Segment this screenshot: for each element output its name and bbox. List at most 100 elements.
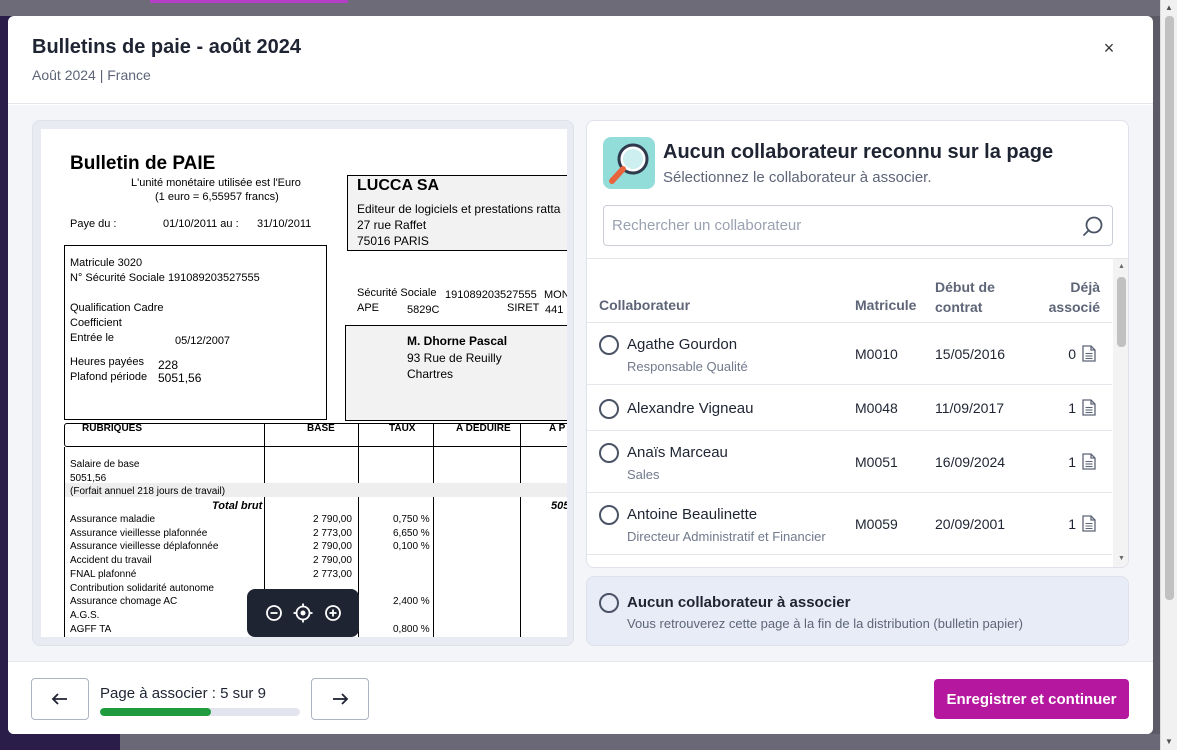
- doc-pay-from: 01/10/2011 au :: [163, 218, 239, 230]
- modal-body: Bulletin de PAIE L'unité monétaire utili…: [8, 105, 1153, 661]
- column-already-line2: associé: [1048, 299, 1100, 315]
- doc-pay-label: Paye du :: [70, 218, 117, 230]
- doc-line-label: AGFF TA: [70, 624, 112, 635]
- doc-line-base: 2 773,00: [313, 569, 352, 580]
- save-and-continue-button[interactable]: Enregistrer et continuer: [934, 679, 1129, 719]
- zoom-in-icon[interactable]: [322, 602, 344, 624]
- doc-entree-label: Entrée le: [70, 332, 115, 344]
- doc-line-base: 2 773,00: [313, 528, 352, 539]
- page-scrollbar-thumb[interactable]: [1165, 16, 1174, 600]
- zoom-toolbar: [247, 589, 359, 637]
- collaborator-radio[interactable]: [599, 443, 619, 463]
- doc-pay-to: 31/10/2011: [257, 218, 312, 230]
- collaborator-start-date: 20/09/2001: [935, 516, 1006, 532]
- collaborator-start-date: 11/09/2017: [935, 400, 1005, 416]
- collaborator-start-date: 16/09/2024: [935, 454, 1006, 470]
- modal-title: Bulletins de paie - août 2024: [32, 36, 301, 58]
- doc-plafond-value: 5051,56: [158, 371, 202, 385]
- document-preview[interactable]: Bulletin de PAIE L'unité monétaire utili…: [32, 120, 574, 646]
- background-app-content: [120, 734, 1160, 750]
- collaborator-row[interactable]: Agathe Gourdon Responsable Qualité M0010 15…: [587, 324, 1112, 385]
- column-start-line1: Début de: [935, 279, 995, 295]
- table-scroll-down-icon[interactable]: ▼: [1118, 555, 1125, 562]
- doc-currency-line2: (1 euro = 6,55957 francs): [155, 191, 279, 203]
- arrow-left-icon: [51, 693, 67, 705]
- collaborator-radio[interactable]: [599, 567, 619, 568]
- doc-company-street: 27 rue Raffet: [357, 218, 427, 232]
- column-collaborator[interactable]: Collaborateur: [599, 297, 690, 313]
- doc-line-label: Assurance maladie: [70, 514, 156, 525]
- previous-page-button[interactable]: [31, 678, 89, 720]
- table-scrollbar[interactable]: ▲ ▼: [1113, 259, 1128, 567]
- collaborator-name: Antoine Beaulinette: [627, 506, 758, 523]
- doc-ss-label: Sécurité Sociale: [357, 287, 437, 299]
- collaborator-radio[interactable]: [599, 335, 619, 355]
- doc-secu: N° Sécurité Sociale 191089203527555: [70, 272, 260, 284]
- table-scroll-up-icon[interactable]: ▲: [1118, 263, 1125, 270]
- close-icon[interactable]: ×: [1099, 38, 1119, 58]
- doc-matricule: Matricule 3020: [70, 257, 143, 269]
- collaborator-association-count: 1: [1068, 516, 1076, 532]
- arrow-right-icon: [333, 693, 349, 705]
- collaborator-association-count: 1: [1068, 400, 1076, 416]
- doc-currency-line1: L'unité monétaire utilisée est l'Euro: [131, 177, 301, 189]
- search-input[interactable]: [604, 206, 1074, 245]
- doc-forfait: (Forfait annuel 218 jours de travail): [70, 486, 226, 497]
- page-scrollbar[interactable]: ▲ ▼: [1160, 0, 1177, 750]
- doc-ss-value: 191089203527555: [445, 289, 537, 301]
- table-scrollbar-thumb[interactable]: [1117, 277, 1126, 347]
- column-matricule[interactable]: Matricule: [855, 297, 916, 313]
- collaborator-row[interactable]: Anaïs Marceau Sales M0051 16/09/2024 1: [587, 432, 1112, 493]
- doc-siret-label: SIRET: [507, 302, 540, 314]
- doc-company-name: LUCCA SA: [357, 177, 440, 194]
- doc-line-label: Assurance vieillesse déplafonnée: [70, 541, 219, 552]
- no-collaborator-radio[interactable]: [599, 593, 619, 613]
- scroll-up-arrow-icon[interactable]: ▲: [1165, 3, 1173, 12]
- collaborator-matricule: M0051: [855, 454, 898, 470]
- recenter-icon[interactable]: [292, 602, 314, 624]
- doc-qualification: Qualification Cadre: [70, 302, 164, 314]
- payslip-page: Bulletin de PAIE L'unité monétaire utili…: [41, 129, 567, 637]
- doc-company-city: 75016 PARIS: [357, 234, 429, 248]
- collaborator-radio[interactable]: [599, 505, 619, 525]
- doc-siret-value: 441: [545, 304, 564, 316]
- search-icon[interactable]: [1082, 215, 1104, 237]
- collaborator-table: Collaborateur Matricule Début de contrat…: [587, 258, 1128, 568]
- document-icon: [1082, 345, 1096, 362]
- no-collaborator-option[interactable]: Aucun collaborateur à associer Vous retr…: [586, 576, 1129, 646]
- zoom-out-icon[interactable]: [263, 602, 285, 624]
- scroll-down-arrow-icon[interactable]: ▼: [1165, 737, 1173, 746]
- modal-header: Bulletins de paie - août 2024 Août 2024 …: [8, 16, 1153, 104]
- table-header: Collaborateur Matricule Début de contrat…: [587, 259, 1112, 323]
- doc-header-rubriques: RUBRIQUES: [82, 423, 143, 434]
- collaborator-row[interactable]: Alexandre Vigneau M0048 11/09/2017 1: [587, 386, 1112, 431]
- column-start-date[interactable]: Début de contrat: [935, 277, 1015, 317]
- doc-header-deduire: A DEDUIRE: [456, 423, 511, 434]
- collaborator-radio[interactable]: [599, 399, 619, 419]
- doc-line-label: A.G.S.: [70, 610, 100, 621]
- doc-col-divider: [64, 447, 65, 637]
- collaborator-row[interactable]: Antoine Beaulinette Directeur Administrat…: [587, 494, 1112, 555]
- column-already-line1: Déjà: [1070, 279, 1100, 295]
- background-accent-bar: [150, 0, 348, 3]
- doc-line-label: Contribution solidarité autonome: [70, 583, 214, 594]
- collaborator-row-peek[interactable]: [587, 556, 1112, 568]
- doc-line-label: Assurance chomage AC: [70, 596, 178, 607]
- doc-header-ap: A P: [549, 423, 566, 434]
- doc-employee-city: Chartres: [407, 367, 454, 381]
- match-subtitle: Sélectionnez le collaborateur à associer…: [663, 169, 932, 186]
- collaborator-association-count: 1: [1068, 454, 1076, 470]
- collaborator-matricule: M0059: [855, 516, 898, 532]
- doc-heures-value: 228: [158, 358, 179, 372]
- collaborator-name: Alexandre Vigneau: [627, 400, 754, 417]
- next-page-button[interactable]: [311, 678, 369, 720]
- match-header: Aucun collaborateur reconnu sur la page …: [603, 137, 1113, 197]
- progress-fill: [100, 708, 211, 716]
- doc-total-brut: Total brut: [212, 500, 263, 512]
- search-field: [603, 205, 1113, 246]
- doc-salaire-value: 5051,56: [70, 473, 107, 484]
- column-already-associated[interactable]: Déjà associé: [1040, 277, 1100, 317]
- doc-line-label: Accident du travail: [70, 555, 152, 566]
- collaborator-name: Anaïs Marceau: [627, 444, 728, 461]
- doc-col-divider: [520, 423, 521, 637]
